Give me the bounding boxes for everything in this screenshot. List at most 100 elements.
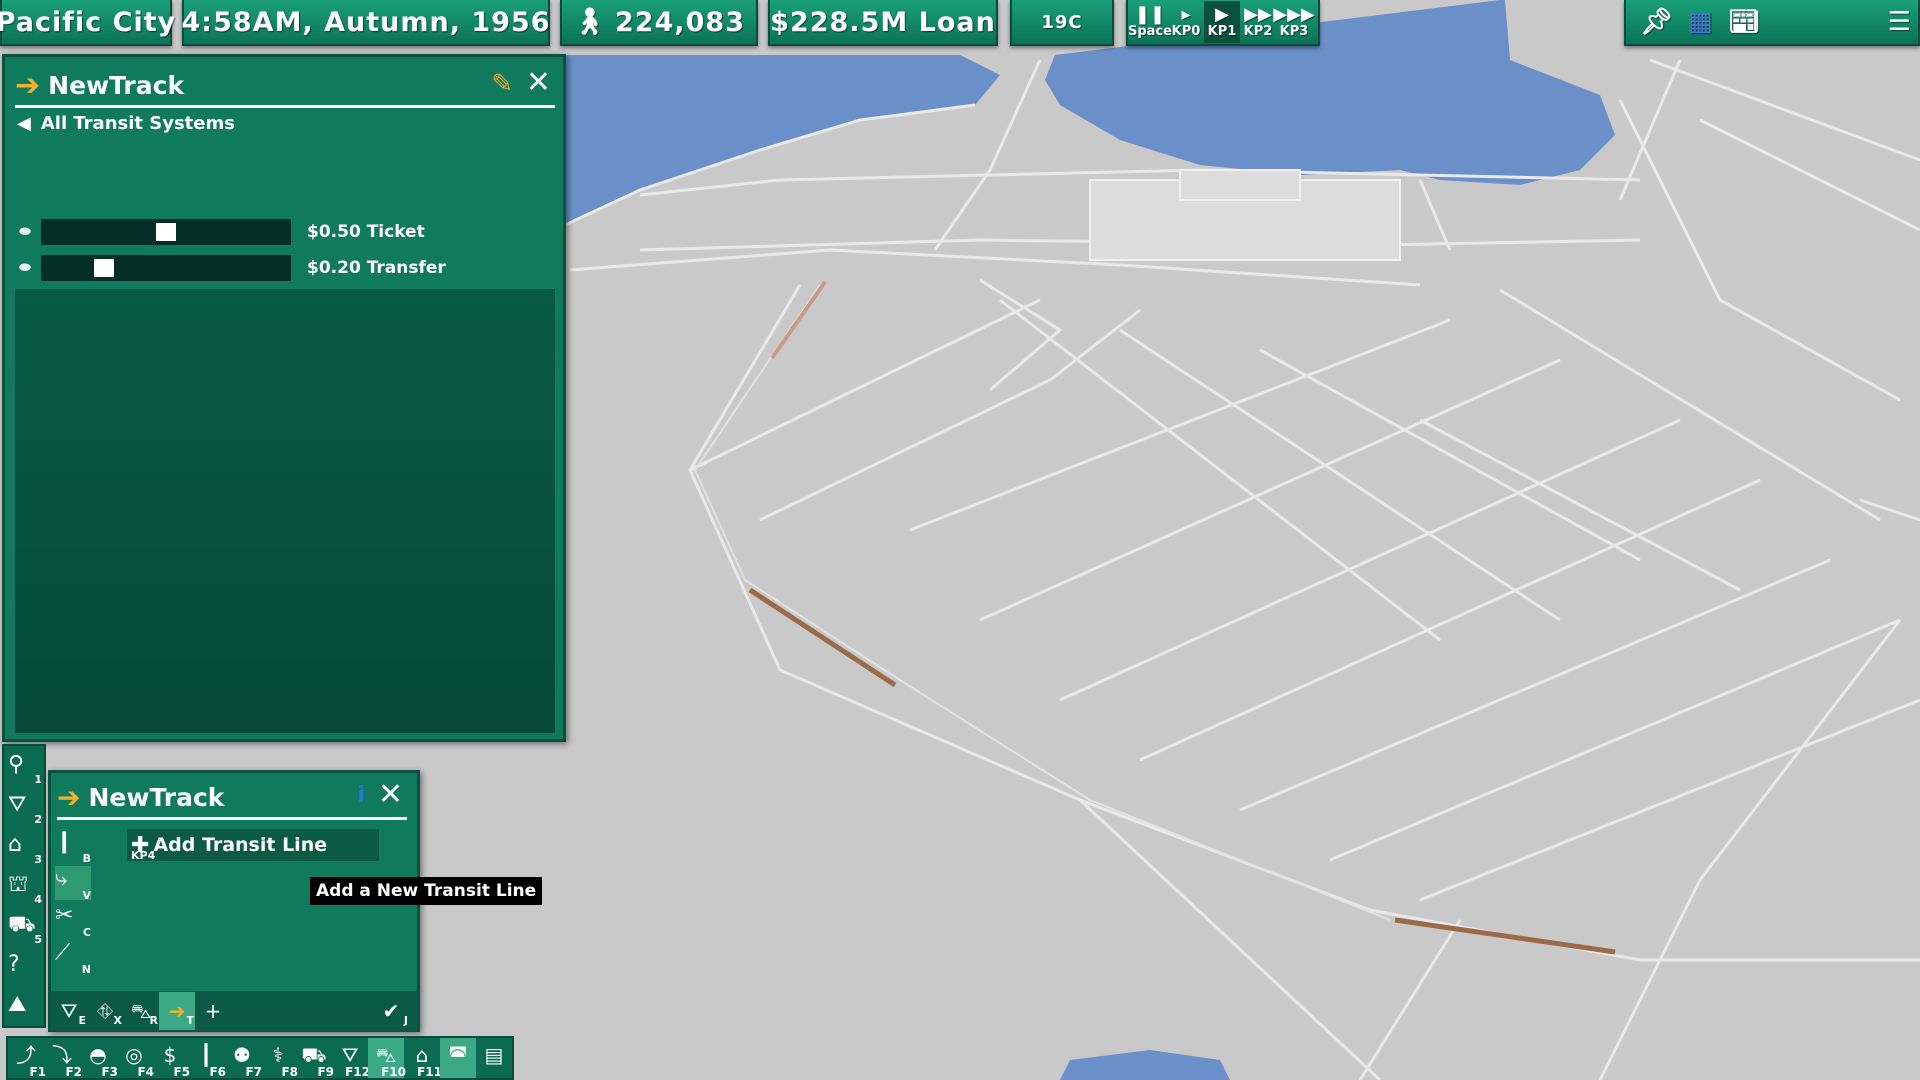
bottom-tool-car[interactable]: ◚	[440, 1038, 476, 1078]
bulldozer-icon: ⛟	[8, 912, 36, 937]
ticket-slider-handle[interactable]	[156, 223, 176, 241]
money-value: $228.5M Loan	[770, 6, 996, 38]
people-icon: ⚉	[233, 1043, 251, 1067]
transit-button[interactable]: ➔ T	[159, 992, 195, 1030]
expressway-button[interactable]: ⛗ X	[87, 992, 123, 1030]
shortcut-key: 5	[34, 933, 42, 946]
bottom-tool-f4[interactable]: ◎ F4	[116, 1038, 154, 1078]
rename-pencil-icon[interactable]: ✎	[491, 69, 513, 99]
roads-tool[interactable]: ⛛ 2	[8, 792, 44, 826]
tooltip: Add a New Transit Line	[310, 877, 543, 905]
shortcut-key: 2	[34, 813, 42, 826]
bottom-tool-f6[interactable]: ┃ F6	[188, 1038, 226, 1078]
speed-key-label: KP0	[1171, 23, 1201, 39]
plus-icon: ✚ KP4	[131, 832, 156, 862]
info-icon[interactable]: i	[357, 783, 365, 808]
slow-play-icon: ▸	[1181, 3, 1191, 25]
back-label: All Transit Systems	[40, 113, 235, 134]
confirm-button[interactable]: ✔ J	[373, 992, 409, 1030]
scissors-icon: ✂	[55, 903, 74, 928]
magnifier-icon: ⚲	[8, 752, 25, 777]
panel-title: NewTrack	[48, 70, 185, 100]
zones-tool[interactable]: ⌂ 3	[8, 832, 44, 866]
grid-icon[interactable]: ▦	[1688, 9, 1714, 35]
road-transit-button[interactable]: ⛛ E	[51, 992, 87, 1030]
transit-type-bar: ⛛ E ⛗ X ⛍ R ➔ T + ✔ J	[51, 991, 417, 1031]
speed-controls: ❚❚ Space ▸ KP0 ▶ KP1 ▶▶ KP2 ▶▶▶ KP3	[1126, 0, 1320, 46]
menu-icon[interactable]: ☰	[1888, 9, 1912, 35]
add-button[interactable]: +	[195, 992, 231, 1030]
bottom-tool-f2[interactable]: ⤵ F2	[44, 1038, 82, 1078]
bottom-tool-f5[interactable]: $ F5	[152, 1038, 190, 1078]
mode-cut[interactable]: ✂ C	[55, 903, 91, 939]
globe-icon: ◎	[125, 1043, 143, 1067]
bottom-tool-f8[interactable]: ⚕ F8	[260, 1038, 298, 1078]
bottom-tool-f11[interactable]: ⌂ F11	[404, 1038, 442, 1078]
train-icon: ⛍	[130, 999, 152, 1023]
line-path-icon: ⤷	[55, 866, 68, 891]
speed-button-kp3[interactable]: ▶▶▶ KP3	[1273, 1, 1315, 43]
transit-arrow-icon: ➔	[57, 780, 81, 814]
mode-line[interactable]: ⤷ V	[55, 866, 91, 902]
back-to-transit-systems[interactable]: ◀ All Transit Systems	[17, 113, 235, 134]
bottom-tool-f9[interactable]: ⛟ F9	[296, 1038, 334, 1078]
population-box[interactable]: 🚶︎ 224,083	[560, 0, 758, 46]
bottom-tool-f1[interactable]: ⤴ F1	[8, 1038, 46, 1078]
transfer-price-slider[interactable]	[41, 255, 291, 281]
date-box[interactable]: 4:58AM, Autumn, 1956	[182, 0, 550, 46]
transfer-ticket-icon: ⬬	[19, 260, 31, 276]
terrain-icon: ⛰	[8, 992, 27, 1017]
rail-button[interactable]: ⛍ R	[123, 992, 159, 1030]
shortcut-key: N	[81, 963, 91, 976]
tower-icon: ┃	[199, 1043, 213, 1067]
transfer-price-row: ⬬ $0.20 Transfer	[19, 253, 446, 283]
speed-button-kp1[interactable]: ▶ KP1	[1204, 1, 1240, 43]
pin-icon[interactable]: 📌︎	[1640, 9, 1674, 35]
speed-button-kp0[interactable]: ▸ KP0	[1168, 1, 1204, 43]
add-transit-line-button[interactable]: ✚ KP4 Add Transit Line	[127, 829, 379, 862]
checkmark-icon: ✔	[382, 999, 400, 1023]
terrain-tool[interactable]: ⛰	[8, 992, 44, 1026]
bottom-tool-f7[interactable]: ⚉ F7	[224, 1038, 262, 1078]
mode-stop[interactable]: ❙ B	[55, 829, 91, 865]
housing-icon: ⌂	[415, 1043, 429, 1067]
newspaper-icon[interactable]: 📰︎	[1728, 9, 1762, 35]
close-icon[interactable]: ✕	[526, 65, 551, 100]
ticket-price-slider[interactable]	[41, 219, 291, 245]
help-icon: ?	[8, 952, 20, 977]
transit-list-area	[15, 289, 555, 733]
speed-button-space[interactable]: ❚❚ Space	[1128, 1, 1172, 43]
plus-icon: +	[204, 999, 222, 1023]
bottom-tool-f3[interactable]: ◓ F3	[80, 1038, 118, 1078]
budget-icon: ◓	[89, 1043, 107, 1067]
bottom-tool-newspaper[interactable]: ▤	[476, 1038, 512, 1078]
city-name-box[interactable]: Pacific City	[0, 0, 175, 46]
bulldozer-tool[interactable]: ⛟ 5	[8, 912, 44, 946]
shortcut-key: F12	[345, 1065, 370, 1079]
shortcut-key: X	[113, 1014, 122, 1027]
newspaper-icon: ▤	[484, 1043, 504, 1067]
bottom-toolbar: ⤴ F1 ⤵ F2 ◓ F3 ◎ F4 $ F5 ┃ F6 ⚉ F7 ⚕ F8 ⛟ F9 ⛛ F12 ⛍ F10 ⌂ F11 ◚…	[6, 1036, 514, 1080]
query-tool[interactable]: ⚲ 1	[8, 752, 44, 786]
bottom-tool-f12[interactable]: ⛛ F12	[332, 1038, 370, 1079]
bottom-tool-f10[interactable]: ⛍ F10	[368, 1038, 406, 1078]
help-tool[interactable]: ?	[8, 952, 44, 986]
shortcut-key: R	[149, 1014, 158, 1027]
road-icon: ⤴	[16, 1043, 36, 1067]
speed-button-kp2[interactable]: ▶▶ KP2	[1240, 1, 1276, 43]
speed-key-label: KP3	[1279, 23, 1309, 39]
panel-header: ➔ NewTrack ✎ ✕	[15, 65, 555, 108]
ticket-price-label: $0.50 Ticket	[307, 222, 425, 242]
fastest-forward-icon: ▶▶▶	[1273, 3, 1315, 25]
buildings-tool[interactable]: ⛫ 4	[8, 872, 44, 906]
mode-erase[interactable]: ⟋ N	[55, 940, 91, 976]
weather-box[interactable]: 19C	[1010, 0, 1114, 46]
budget-box[interactable]: $228.5M Loan	[768, 0, 998, 46]
fast-forward-icon: ▶▶	[1244, 3, 1272, 25]
close-icon[interactable]: ✕	[378, 777, 403, 812]
date-time: 4:58AM, Autumn, 1956	[181, 6, 551, 38]
shortcut-key: T	[186, 1014, 194, 1027]
shortcut-key: E	[78, 1014, 86, 1027]
transfer-slider-handle[interactable]	[94, 259, 114, 277]
road-icon: ⛛	[60, 999, 78, 1023]
